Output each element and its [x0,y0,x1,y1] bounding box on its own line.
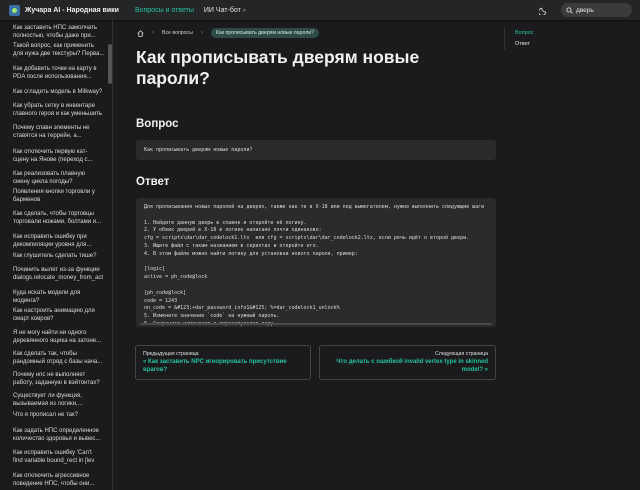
sidebar-item[interactable]: Как исправить ошибку 'Can't find variabl… [0,449,98,465]
search-input[interactable] [576,6,628,14]
sidebar-item[interactable]: Как реализовать плавную смену цикла пого… [0,170,89,186]
answer-code-line: [ph_code@lock] [144,289,187,296]
pagination-prev-label: Предыдущая страница [143,351,199,357]
sidebar-item[interactable]: Куда искать модели для модинга? [0,289,84,305]
breadcrumb-separator: › [152,30,154,36]
external-link-icon: ↗ [241,7,246,14]
site-logo[interactable] [9,4,20,16]
sidebar-item[interactable]: Почему нпс не выполняет работу, заданную… [0,371,104,387]
theme-toggle-button[interactable] [537,4,549,16]
answer-code-line [144,212,488,220]
sidebar-item[interactable]: Починить вылет из-за функции dialogs.rel… [0,266,107,282]
main-content: › Все вопросы › Как прописывать дверям н… [113,20,504,490]
answer-code-line: 2. У обеих дверей в Х-18 в логике написа… [144,227,322,234]
sidebar-item[interactable]: Как заставить НПС замолчать полностью, ч… [0,24,101,40]
pagination-next[interactable]: Следующая страница Что делать с ошибкой … [319,345,496,380]
table-of-contents: Вопрос Ответ [504,28,640,50]
moon-icon [538,7,546,15]
site-title[interactable]: Жучара AI - Народная вики [25,7,119,14]
code-horizontal-scrollbar[interactable] [140,323,492,325]
sidebar-scrollbar[interactable] [108,44,112,84]
sidebar-item[interactable]: Что я прописал не так? [0,411,82,419]
pagination-next-title: Что делать с ошибкой invalid vertex type… [336,359,488,373]
answer-code-line: Для прописывания новых паролей на дверях… [144,204,485,210]
breadcrumb-parent[interactable]: Все вопросы [162,30,193,36]
sidebar-item[interactable]: Как сделать, чтобы торговцы торговали но… [0,210,105,226]
toc-item[interactable]: Ответ [515,39,640,50]
breadcrumb-current: Как прописывать дверям новые пароли? [210,28,320,38]
nav-link-chatbot[interactable]: ИИ Чат-бот↗ [204,7,246,14]
answer-code-line: on_code = &#123;+dar_password_info1&#125… [144,305,340,312]
page-title: Как прописывать дверям новые пароли? [136,47,420,88]
sidebar-item[interactable]: Почему спавн элементы не ставятся на тер… [0,124,94,140]
home-icon[interactable] [137,29,144,37]
nav-link-chatbot-label: ИИ Чат-бот [203,6,241,14]
question-heading: Вопрос [136,118,179,130]
sidebar-item[interactable]: Как сделать так, чтобы рандомный отряд с… [0,350,106,366]
navbar: Жучара AI - Народная вики Вопросы и отве… [0,0,640,20]
answer-code-line [144,282,488,290]
answer-code-line: cfg = scripts\dar\dar_codelock1.ltx или … [144,235,470,242]
nav-link-qa[interactable]: Вопросы и ответы [135,7,194,14]
sidebar-item[interactable]: Как отключить агрессивное поведение НПС,… [0,472,98,488]
pagination-prev-title: « Как заставить NPC игнорировать присутс… [143,359,287,373]
sidebar-item[interactable]: Как отключить первую кат- сцену на Янове… [0,148,97,164]
answer-code-line: 4. В этом файле можно найти логику для у… [144,250,358,257]
answer-code-line: code = 1243 [144,297,178,304]
breadcrumb-separator: › [200,30,203,36]
question-text: Как прописывать дверям новые пароли? [144,147,253,153]
pagination-next-label: Следующая страница [435,351,488,357]
sidebar-item[interactable]: Я не могу найти ни одного деревянного ящ… [0,329,105,345]
sidebar-item[interactable]: Как убрать сетку в инвентаре главного ге… [0,102,106,118]
answer-code-line [144,259,488,267]
answer-heading: Ответ [136,176,170,188]
search-icon [566,6,573,14]
answer-code-block: Для прописывания новых паролей на дверях… [136,198,496,327]
question-code-block: Как прописывать дверям новые пароли? [136,140,496,160]
sidebar-item[interactable]: Как настроить анимацию для смарт ковров? [0,307,99,323]
sidebar-item[interactable]: Существует ли функция, вызываемая из лог… [0,392,87,408]
search-box[interactable] [561,3,632,17]
sidebar-item[interactable]: Как сгладить модель в Milkway? [0,88,106,96]
answer-code-line: [logic] [144,266,166,273]
sidebar-item[interactable]: Как глушитель сделать тише? [0,252,100,260]
sidebar-item[interactable]: Появления кнопки торговли у барменов [0,188,99,204]
sidebar-item[interactable]: Такой вопрос, как применить для нужа две… [0,42,109,58]
sidebar-item[interactable]: Как задать НПС определенное количество з… [0,427,104,443]
sidebar: Как заставить НПС замолчать полностью, ч… [0,20,113,490]
answer-code-line: 3. Ищите файл с таким названием в скрипт… [144,242,319,249]
toc-item[interactable]: Вопрос [515,28,640,39]
sidebar-item[interactable]: Как исправить ошибку при декомпиляции ур… [0,233,95,249]
answer-code-line: 5. Измените значение `code` на нужный па… [144,313,280,320]
sidebar-item[interactable]: Как добавить точки на карту в PDA после … [0,65,101,81]
answer-code-line: active = ph_code@lock [144,274,208,281]
pagination-prev[interactable]: Предыдущая страница « Как заставить NPC … [135,345,311,380]
breadcrumb: › Все вопросы › Как прописывать дверям н… [137,28,320,38]
